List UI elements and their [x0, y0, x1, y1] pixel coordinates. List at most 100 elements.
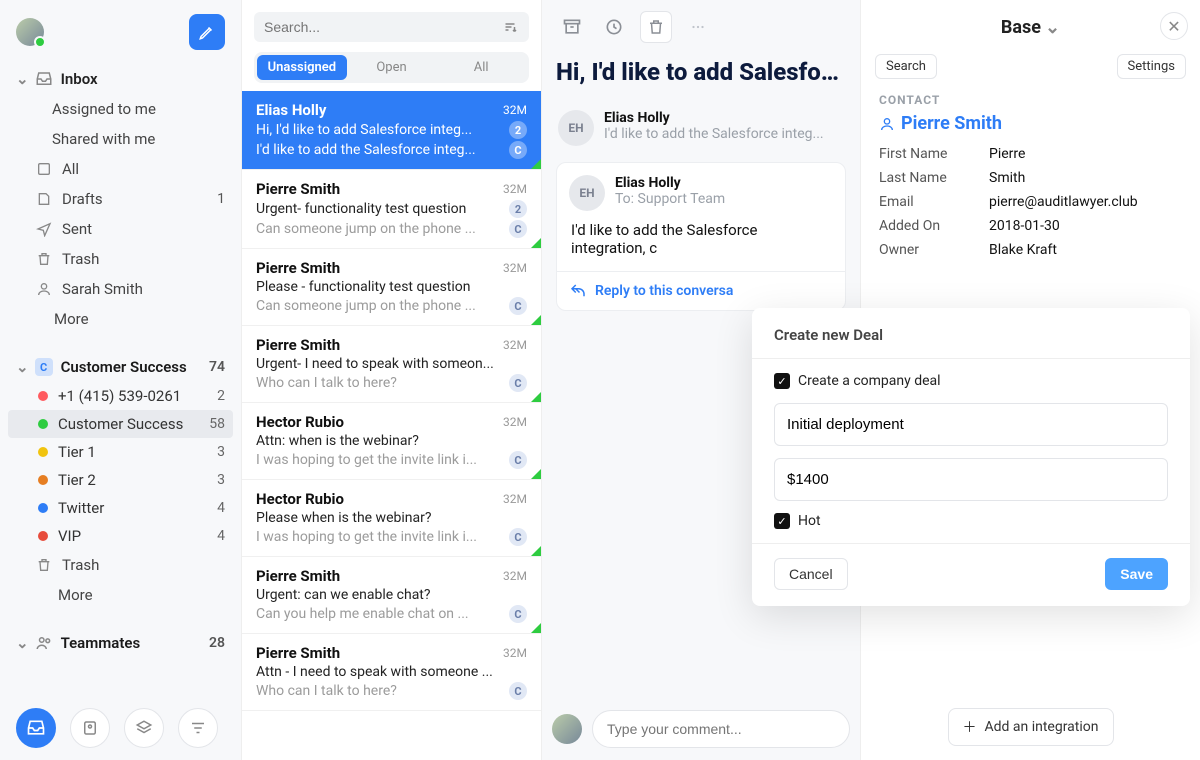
- tab-unassigned[interactable]: Unassigned: [257, 55, 347, 80]
- reply-button[interactable]: Reply to this conversa: [557, 271, 845, 310]
- conversation-item[interactable]: Pierre Smith32M Urgent- I need to speak …: [242, 326, 541, 403]
- conversation-item[interactable]: Pierre Smith32M Urgent: can we enable ch…: [242, 557, 541, 634]
- color-dot: [38, 475, 48, 485]
- sort-icon[interactable]: [501, 18, 519, 36]
- contact-link[interactable]: Pierre Smith: [879, 113, 1182, 134]
- sidebar-item-sent[interactable]: ⌄ Sent: [8, 214, 233, 244]
- tab-all[interactable]: All: [436, 55, 526, 80]
- archive-button[interactable]: [556, 11, 588, 43]
- conversation-item[interactable]: Elias Holly32M Hi, I'd like to add Sales…: [242, 91, 541, 170]
- panel-settings-button[interactable]: Settings: [1117, 54, 1186, 79]
- chevron-down-icon: ⌄: [16, 634, 29, 652]
- snooze-button[interactable]: [598, 11, 630, 43]
- sidebar-item-teammate-sarah[interactable]: ⌄ Sarah Smith: [8, 274, 233, 304]
- sidebar-item-trash[interactable]: ⌄ Trash: [8, 244, 233, 274]
- tag-item[interactable]: Customer Success58: [8, 410, 233, 438]
- tag-item[interactable]: Tier 13: [8, 438, 233, 466]
- deal-amount-input[interactable]: [774, 458, 1168, 501]
- tag-badge-icon: C: [35, 358, 53, 376]
- convo-sender: Pierre Smith: [256, 180, 503, 198]
- count-chip: 2: [509, 121, 527, 139]
- sidebar-item-more[interactable]: More: [8, 304, 233, 334]
- delete-button[interactable]: [640, 11, 672, 43]
- convo-time: 32M: [503, 415, 527, 429]
- convo-sender: Elias Holly: [256, 101, 503, 119]
- tag-chip: C: [509, 682, 527, 700]
- sidebar-item-drafts[interactable]: ⌄ Drafts 1: [8, 184, 233, 214]
- add-integration-button[interactable]: ＋ Add an integration: [947, 708, 1113, 746]
- inbox-label: Inbox: [61, 70, 98, 88]
- convo-sender: Pierre Smith: [256, 644, 503, 662]
- cancel-button[interactable]: Cancel: [774, 558, 848, 590]
- search-field-wrap[interactable]: [254, 12, 529, 42]
- sidebar-item-shared[interactable]: Shared with me: [8, 124, 233, 154]
- panel-title-dropdown[interactable]: Base ⌄: [1001, 17, 1060, 38]
- convo-time: 32M: [503, 261, 527, 275]
- convo-time: 32M: [503, 103, 527, 117]
- tag-item[interactable]: Tier 23: [8, 466, 233, 494]
- compose-button[interactable]: [189, 14, 225, 50]
- sidebar-item-assigned[interactable]: Assigned to me: [8, 94, 233, 124]
- convo-preview: I'd like to add the Salesforce integ...C: [256, 141, 527, 159]
- accent-triangle: [531, 238, 541, 248]
- convo-preview: Who can I talk to here?C: [256, 682, 527, 700]
- all-icon: [36, 161, 54, 177]
- convo-preview: Can someone jump on the phone ...C: [256, 297, 527, 315]
- tag-chip: C: [509, 451, 527, 469]
- tab-open[interactable]: Open: [347, 55, 437, 80]
- color-dot: [38, 531, 48, 541]
- conversation-item[interactable]: Hector Rubio32M Attn: when is the webina…: [242, 403, 541, 480]
- close-button[interactable]: ✕: [1160, 12, 1188, 40]
- comment-input[interactable]: [592, 710, 850, 748]
- tag-item[interactable]: VIP4: [8, 522, 233, 550]
- modal-title: Create new Deal: [774, 326, 1168, 344]
- deal-name-input[interactable]: [774, 403, 1168, 446]
- save-button[interactable]: Save: [1105, 558, 1168, 590]
- tag-chip: C: [509, 220, 527, 238]
- comment-avatar: [552, 714, 582, 744]
- tag-chip: C: [509, 141, 527, 159]
- panel-search-button[interactable]: Search: [875, 54, 937, 79]
- cs-trash[interactable]: Trash: [8, 550, 233, 580]
- message-collapsed[interactable]: EH Elias Holly I'd like to add the Sales…: [552, 100, 850, 156]
- person-icon: [36, 281, 54, 297]
- color-dot: [38, 503, 48, 513]
- avatar-initials: EH: [569, 175, 605, 211]
- contact-section-label: CONTACT: [879, 93, 1182, 107]
- sidebar-item-all[interactable]: ⌄ All: [8, 154, 233, 184]
- color-dot: [38, 391, 48, 401]
- contact-row: Last NameSmith: [879, 166, 1182, 190]
- inbox-quick-button[interactable]: [16, 708, 56, 748]
- more-button[interactable]: [682, 11, 714, 43]
- convo-time: 32M: [503, 569, 527, 583]
- conversation-item[interactable]: Pierre Smith32M Attn - I need to speak w…: [242, 634, 541, 711]
- hot-checkbox[interactable]: ✓ Hot: [774, 513, 1168, 529]
- contact-row: Emailpierre@auditlawyer.club: [879, 190, 1182, 214]
- company-deal-checkbox[interactable]: ✓ Create a company deal: [774, 373, 1168, 389]
- cs-section-header[interactable]: ⌄ C Customer Success 74: [8, 350, 233, 382]
- conversation-item[interactable]: Hector Rubio32M Please when is the webin…: [242, 480, 541, 557]
- convo-sender: Pierre Smith: [256, 259, 503, 277]
- message-preview: I'd like to add the Salesforce integ...: [604, 126, 824, 142]
- layers-button[interactable]: [124, 708, 164, 748]
- tag-item[interactable]: Twitter4: [8, 494, 233, 522]
- convo-subject: Attn - I need to speak with someone ...: [256, 664, 527, 680]
- inbox-icon: [35, 70, 53, 88]
- accent-triangle: [531, 159, 541, 169]
- cs-more[interactable]: More: [8, 580, 233, 610]
- convo-subject: Please when is the webinar?: [256, 510, 527, 526]
- conversation-item[interactable]: Pierre Smith32M Urgent- functionality te…: [242, 170, 541, 249]
- user-avatar[interactable]: [16, 18, 44, 46]
- reply-icon: [569, 282, 587, 300]
- teammates-header[interactable]: ⌄ Teammates 28: [8, 626, 233, 658]
- search-input[interactable]: [264, 19, 493, 35]
- inbox-header[interactable]: ⌄ Inbox: [8, 64, 233, 94]
- search-filter-button[interactable]: [178, 708, 218, 748]
- accent-triangle: [531, 623, 541, 633]
- convo-preview: Who can I talk to here?C: [256, 374, 527, 392]
- contact-row: Added On2018-01-30: [879, 214, 1182, 238]
- conversation-item[interactable]: Pierre Smith32M Please - functionality t…: [242, 249, 541, 326]
- contacts-button[interactable]: [70, 708, 110, 748]
- tag-item[interactable]: +1 (415) 539-02612: [8, 382, 233, 410]
- sidebar: ⌄ Inbox Assigned to me Shared with me ⌄ …: [0, 0, 242, 760]
